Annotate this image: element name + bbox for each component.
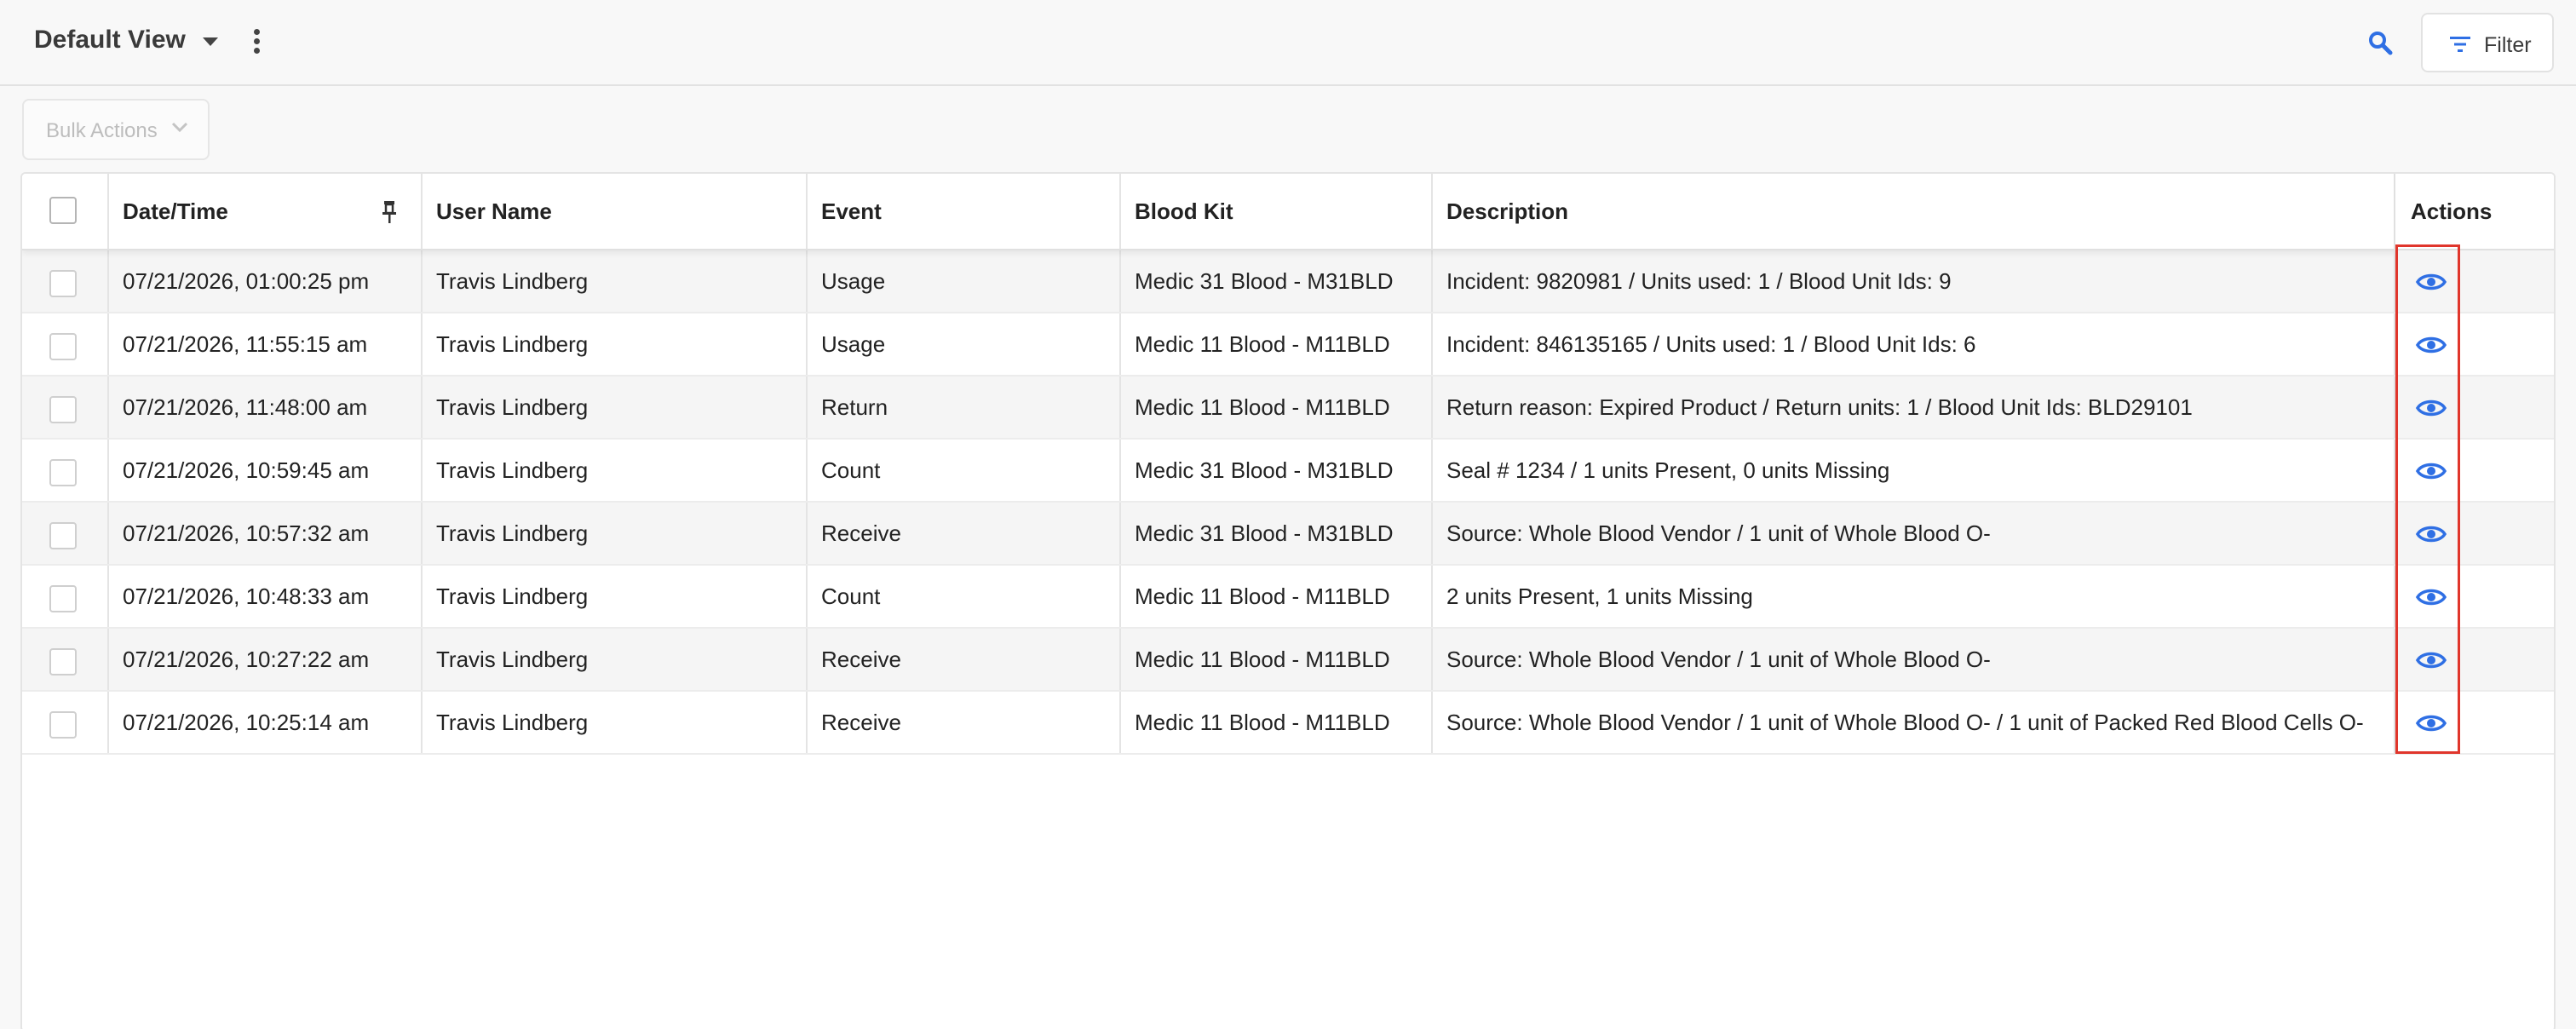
cell-datetime: 07/21/2026, 01:00:25 pm	[123, 267, 370, 294]
filter-label: Filter	[2484, 33, 2532, 57]
chevron-down-icon	[171, 122, 188, 133]
cell-event: Usage	[821, 331, 886, 357]
cell-event: Receive	[821, 709, 901, 735]
row-checkbox[interactable]	[49, 585, 77, 612]
eye-icon[interactable]	[2416, 647, 2447, 673]
cell-event: Return	[821, 394, 888, 420]
cell-description: Seal # 1234 / 1 units Present, 0 units M…	[1446, 457, 1890, 483]
cell-kit: Medic 11 Blood - M11BLD	[1135, 583, 1390, 609]
cell-datetime: 07/21/2026, 11:48:00 am	[123, 394, 368, 420]
table-row[interactable]: 07/21/2026, 10:57:32 am Travis Lindberg Re…	[22, 503, 2554, 566]
eye-icon[interactable]	[2416, 584, 2447, 610]
audit-log-table: Date/Time User Name Event Blood Kit Desc…	[20, 172, 2556, 1029]
column-header-datetime[interactable]: Date/Time	[107, 174, 423, 249]
filter-lines-icon	[2450, 37, 2470, 52]
cell-kit: Medic 11 Blood - M11BLD	[1135, 331, 1390, 357]
cell-description: Return reason: Expired Product / Return …	[1446, 394, 2193, 420]
eye-icon[interactable]	[2416, 395, 2447, 421]
eye-icon[interactable]	[2416, 458, 2447, 484]
table-row[interactable]: 07/21/2026, 10:48:33 am Travis Lindberg Co…	[22, 566, 2554, 629]
cell-description: Source: Whole Blood Vendor / 1 unit of W…	[1446, 646, 1991, 672]
cell-kit: Medic 31 Blood - M31BLD	[1135, 267, 1394, 294]
cell-description: Source: Whole Blood Vendor / 1 unit of W…	[1446, 520, 1991, 546]
bulk-actions-label: Bulk Actions	[46, 119, 158, 142]
cell-user: Travis Lindberg	[436, 646, 589, 672]
cell-event: Receive	[821, 520, 901, 546]
column-header-event[interactable]: Event	[806, 174, 1119, 249]
cell-user: Travis Lindberg	[436, 583, 589, 609]
cell-event: Count	[821, 457, 881, 483]
table-row[interactable]: 07/21/2026, 11:48:00 am Travis Lindberg Re…	[22, 377, 2554, 440]
row-checkbox[interactable]	[49, 396, 77, 423]
table-row[interactable]: 07/21/2026, 10:59:45 am Travis Lindberg Co…	[22, 440, 2554, 503]
eye-icon[interactable]	[2416, 332, 2447, 358]
column-header-kit[interactable]: Blood Kit	[1119, 174, 1431, 249]
cell-datetime: 07/21/2026, 10:27:22 am	[123, 646, 370, 672]
view-title[interactable]: Default View	[34, 26, 186, 55]
kebab-menu-icon[interactable]	[249, 29, 266, 55]
table-header: Date/Time User Name Event Blood Kit Desc…	[22, 174, 2554, 250]
cell-description: Incident: 9820981 / Units used: 1 / Bloo…	[1446, 267, 1952, 294]
actions-cell	[2394, 629, 2554, 692]
filter-button[interactable]: Filter	[2421, 13, 2554, 72]
cell-kit: Medic 11 Blood - M11BLD	[1135, 394, 1390, 420]
top-bar: Default View Filter	[0, 0, 2576, 86]
eye-icon[interactable]	[2416, 710, 2447, 736]
column-header-actions: Actions	[2394, 174, 2554, 250]
row-checkbox[interactable]	[49, 333, 77, 360]
actions-cell	[2394, 313, 2554, 377]
cell-kit: Medic 11 Blood - M11BLD	[1135, 646, 1390, 672]
table-row[interactable]: 07/21/2026, 10:25:14 am Travis Lindberg Re…	[22, 692, 2554, 755]
row-checkbox[interactable]	[49, 270, 77, 297]
caret-down-icon[interactable]	[203, 37, 218, 46]
table-row[interactable]: 07/21/2026, 10:27:22 am Travis Lindberg Re…	[22, 629, 2554, 692]
cell-user: Travis Lindberg	[436, 457, 589, 483]
actions-cell	[2394, 440, 2554, 503]
table-row[interactable]: 07/21/2026, 11:55:15 am Travis Lindberg Us…	[22, 313, 2554, 377]
cell-datetime: 07/21/2026, 11:55:15 am	[123, 331, 368, 357]
column-header-user[interactable]: User Name	[421, 174, 806, 249]
actions-cell	[2394, 692, 2554, 755]
eye-icon[interactable]	[2416, 521, 2447, 547]
cell-user: Travis Lindberg	[436, 394, 589, 420]
cell-event: Count	[821, 583, 881, 609]
row-checkbox[interactable]	[49, 459, 77, 486]
search-icon[interactable]	[2366, 29, 2394, 56]
cell-datetime: 07/21/2026, 10:59:45 am	[123, 457, 370, 483]
actions-cell	[2394, 503, 2554, 566]
cell-description: Incident: 846135165 / Units used: 1 / Bl…	[1446, 331, 1976, 357]
cell-user: Travis Lindberg	[436, 709, 589, 735]
actions-cell	[2394, 377, 2554, 440]
column-header-description[interactable]: Description	[1431, 174, 2385, 249]
cell-kit: Medic 11 Blood - M11BLD	[1135, 709, 1390, 735]
cell-event: Receive	[821, 646, 901, 672]
eye-icon[interactable]	[2416, 269, 2447, 295]
cell-kit: Medic 31 Blood - M31BLD	[1135, 457, 1394, 483]
cell-user: Travis Lindberg	[436, 520, 589, 546]
pin-icon[interactable]	[380, 199, 399, 225]
cell-kit: Medic 31 Blood - M31BLD	[1135, 520, 1394, 546]
cell-user: Travis Lindberg	[436, 267, 589, 294]
cell-datetime: 07/21/2026, 10:48:33 am	[123, 583, 370, 609]
select-all-checkbox[interactable]	[49, 197, 77, 224]
actions-cell	[2394, 566, 2554, 629]
cell-datetime: 07/21/2026, 10:57:32 am	[123, 520, 370, 546]
cell-event: Usage	[821, 267, 886, 294]
row-checkbox[interactable]	[49, 648, 77, 675]
cell-description: Source: Whole Blood Vendor / 1 unit of W…	[1446, 709, 2364, 735]
actions-cell	[2394, 250, 2554, 313]
cell-description: 2 units Present, 1 units Missing	[1446, 583, 1753, 609]
row-checkbox[interactable]	[49, 711, 77, 739]
cell-user: Travis Lindberg	[436, 331, 589, 357]
table-row[interactable]: 07/21/2026, 01:00:25 pm Travis Lindberg Us…	[22, 250, 2554, 313]
cell-datetime: 07/21/2026, 10:25:14 am	[123, 709, 370, 735]
bulk-actions-button[interactable]: Bulk Actions	[22, 99, 210, 160]
row-checkbox[interactable]	[49, 522, 77, 549]
